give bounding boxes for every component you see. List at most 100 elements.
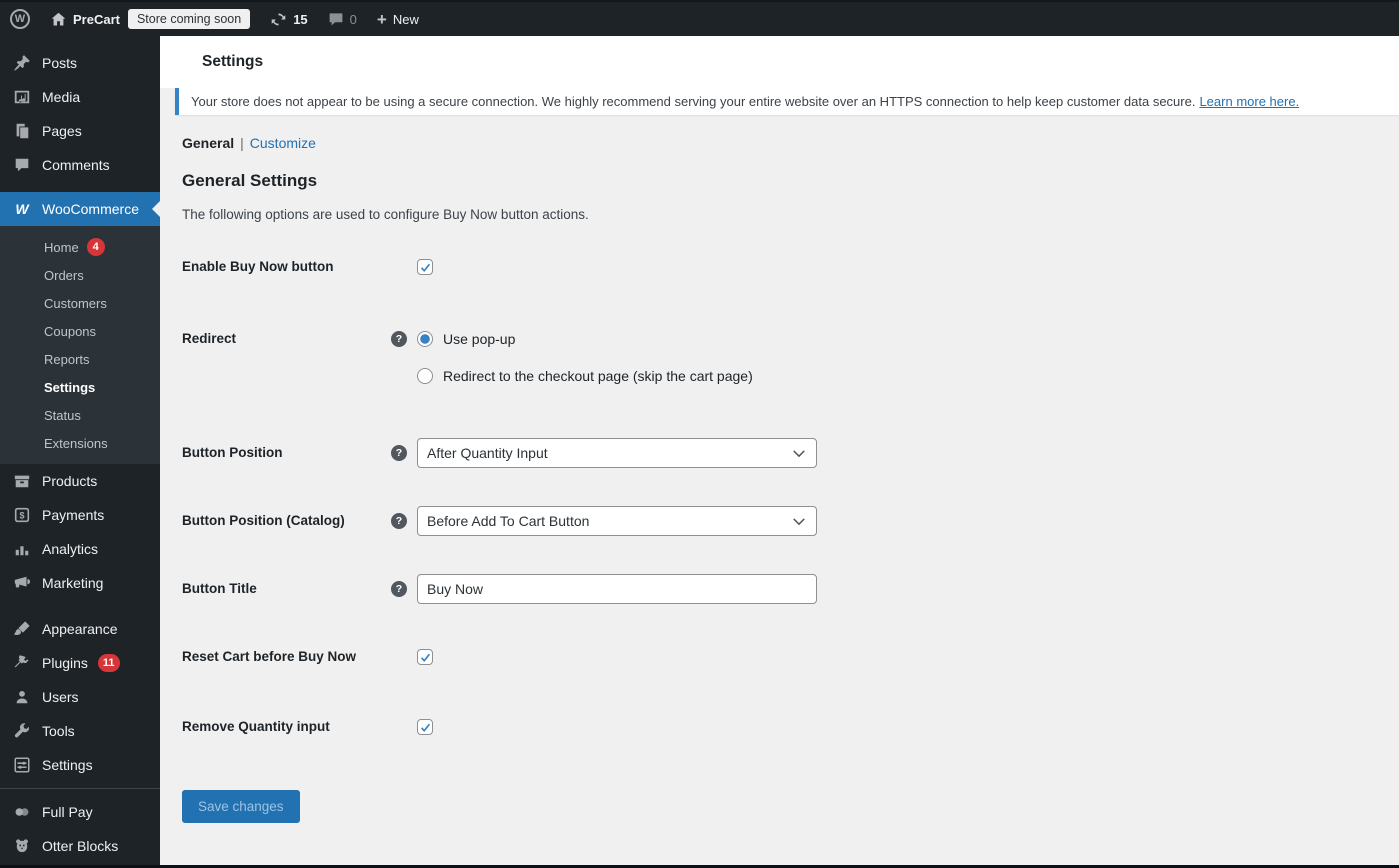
products-box-icon	[12, 471, 32, 491]
button-title-label: Button Title	[182, 581, 257, 596]
bar-chart-icon	[12, 539, 32, 559]
button-title-help-icon[interactable]: ?	[391, 581, 407, 597]
submenu-item-label: Coupons	[44, 323, 97, 339]
wp-logo-menu[interactable]: W	[0, 2, 40, 36]
plus-icon: +	[376, 9, 387, 29]
sidebar-item-pages[interactable]: Pages	[0, 114, 160, 148]
comment-bubble-icon	[328, 11, 344, 27]
submenu-item-coupons[interactable]: Coupons	[0, 317, 160, 345]
sidebar-item-label: Comments	[42, 157, 110, 173]
button-title-input[interactable]	[417, 574, 817, 604]
sidebar-item-label: Pages	[42, 123, 82, 139]
reset-cart-row: Reset Cart before Buy Now	[182, 642, 1379, 672]
remove-quantity-row: Remove Quantity input	[182, 712, 1379, 742]
learn-more-link[interactable]: Learn more here.	[1199, 94, 1299, 109]
sidebar-item-label: Marketing	[42, 575, 104, 591]
redirect-row: Redirect ? Use pop-up Redirect to the ch…	[182, 324, 1379, 391]
general-settings-form: Enable Buy Now button Redirect ? Use pop…	[182, 252, 1379, 823]
checkmark-icon	[420, 653, 430, 662]
sidebar-item-label: Analytics	[42, 541, 99, 557]
svg-text:$: $	[19, 510, 24, 520]
active-menu-arrow	[152, 201, 160, 217]
updates-count: 15	[293, 11, 308, 27]
admin-sidebar: Posts Media Pages Comments W WooCommerce…	[0, 36, 160, 865]
sidebar-item-payments[interactable]: $ Payments	[0, 498, 160, 532]
notice-text: Your store does not appear to be using a…	[191, 94, 1196, 109]
sidebar-item-settings[interactable]: Settings	[0, 748, 160, 782]
subtabs: General | Customize	[182, 133, 1379, 153]
tab-customize[interactable]: Customize	[250, 135, 316, 151]
button-position-value: After Quantity Input	[427, 445, 548, 461]
submenu-item-label: Customers	[44, 295, 107, 311]
new-content-menu[interactable]: + New	[367, 2, 429, 36]
sidebar-item-posts[interactable]: Posts	[0, 46, 160, 80]
button-position-catalog-help-icon[interactable]: ?	[391, 513, 407, 529]
woocommerce-submenu: Home 4 Orders Customers Coupons Reports …	[0, 226, 160, 464]
settings-header: Settings	[160, 36, 1399, 88]
submenu-item-label: Settings	[44, 379, 96, 395]
submenu-item-orders[interactable]: Orders	[0, 261, 160, 289]
pushpin-icon	[12, 53, 32, 73]
menu-separator	[0, 788, 160, 789]
submenu-item-reports[interactable]: Reports	[0, 345, 160, 373]
sidebar-item-otter-blocks[interactable]: Otter Blocks	[0, 829, 160, 863]
sidebar-item-comments[interactable]: Comments	[0, 148, 160, 182]
site-name-menu[interactable]: PreCart Store coming soon	[40, 2, 260, 36]
redirect-help-icon[interactable]: ?	[391, 331, 407, 347]
redirect-popup-label: Use pop-up	[443, 331, 516, 347]
https-notice: Your store does not appear to be using a…	[175, 88, 1399, 115]
submenu-item-extensions[interactable]: Extensions	[0, 429, 160, 457]
tab-separator: |	[240, 135, 244, 151]
submenu-item-label: Status	[44, 407, 81, 423]
woocommerce-icon: W	[15, 201, 29, 217]
sidebar-item-marketing[interactable]: Marketing	[0, 566, 160, 600]
button-position-catalog-row: Button Position (Catalog) ? Before Add T…	[182, 506, 1379, 536]
redirect-popup-radio[interactable]	[417, 331, 433, 347]
sidebar-item-appearance[interactable]: Appearance	[0, 612, 160, 646]
sidebar-item-label: Settings	[42, 757, 93, 773]
remove-quantity-checkbox[interactable]	[417, 719, 433, 735]
main-content: Settings Your store does not appear to b…	[160, 36, 1399, 865]
user-icon	[12, 687, 32, 707]
button-position-select[interactable]: After Quantity Input	[417, 438, 817, 468]
button-position-catalog-value: Before Add To Cart Button	[427, 513, 590, 529]
sidebar-item-analytics[interactable]: Analytics	[0, 532, 160, 566]
updates-menu[interactable]: 15	[260, 2, 317, 36]
sidebar-item-full-pay[interactable]: Full Pay	[0, 795, 160, 829]
comments-menu[interactable]: 0	[318, 2, 367, 36]
sidebar-item-tools[interactable]: Tools	[0, 714, 160, 748]
paintbrush-icon	[12, 619, 32, 639]
button-position-help-icon[interactable]: ?	[391, 445, 407, 461]
reset-cart-checkbox[interactable]	[417, 649, 433, 665]
home-count-badge: 4	[86, 238, 105, 256]
otter-icon	[12, 836, 32, 856]
submenu-item-status[interactable]: Status	[0, 401, 160, 429]
window-frame-top	[0, 0, 1399, 2]
enable-buy-now-row: Enable Buy Now button	[182, 252, 1379, 282]
sidebar-item-label: WooCommerce	[42, 201, 139, 217]
sidebar-item-label: Tools	[42, 723, 75, 739]
settings-sliders-icon	[12, 755, 32, 775]
tab-general[interactable]: General	[182, 135, 234, 151]
new-label: New	[392, 11, 419, 27]
submenu-item-home[interactable]: Home 4	[0, 233, 160, 261]
redirect-checkout-label: Redirect to the checkout page (skip the …	[443, 368, 753, 384]
sidebar-item-woocommerce[interactable]: W WooCommerce	[0, 192, 160, 226]
sidebar-item-label: Media	[42, 89, 81, 105]
pages-icon	[12, 121, 32, 141]
sidebar-item-products[interactable]: Products	[0, 464, 160, 498]
submenu-item-settings[interactable]: Settings	[0, 373, 160, 401]
save-changes-button[interactable]: Save changes	[182, 790, 300, 823]
enable-buy-now-checkbox[interactable]	[417, 259, 433, 275]
sidebar-item-media[interactable]: Media	[0, 80, 160, 114]
sidebar-item-label: Appearance	[42, 621, 118, 637]
redirect-checkout-radio[interactable]	[417, 368, 433, 384]
sidebar-item-plugins[interactable]: Plugins 11	[0, 646, 160, 680]
sidebar-item-users[interactable]: Users	[0, 680, 160, 714]
button-position-catalog-select[interactable]: Before Add To Cart Button	[417, 506, 817, 536]
submenu-item-customers[interactable]: Customers	[0, 289, 160, 317]
store-coming-soon-badge[interactable]: Store coming soon	[127, 9, 251, 29]
enable-buy-now-label: Enable Buy Now button	[182, 259, 334, 274]
remove-quantity-label: Remove Quantity input	[182, 719, 330, 734]
button-position-row: Button Position ? After Quantity Input	[182, 438, 1379, 468]
